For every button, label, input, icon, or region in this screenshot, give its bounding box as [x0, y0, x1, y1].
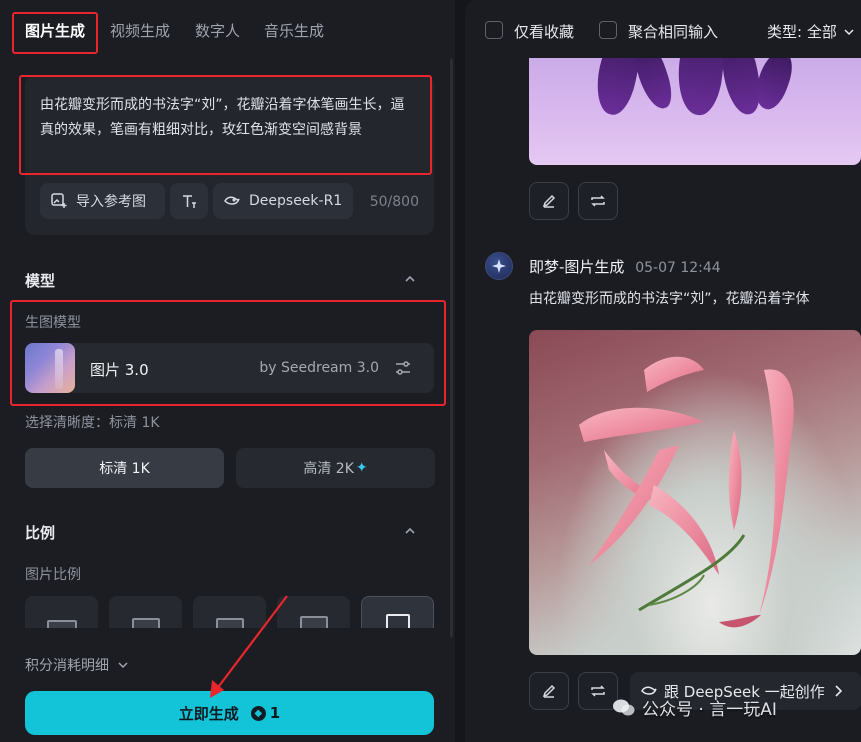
resolution-1k-label: 标清 1K — [99, 461, 150, 477]
tab-music-generation[interactable]: 音乐生成 — [264, 20, 324, 41]
tab-bar: 图片生成 视频生成 数字人 音乐生成 — [0, 0, 455, 60]
sliders-icon[interactable] — [394, 359, 412, 377]
resolution-1k-button[interactable]: 标清 1K — [25, 448, 224, 488]
import-reference-label: 导入参考图 — [76, 194, 146, 210]
watermark: 公众号 · 言一玩AI — [612, 695, 777, 720]
repeat-icon — [591, 685, 605, 697]
character-counter: 50/800 — [369, 194, 419, 210]
type-filter-label: 类型: 全部 — [767, 23, 837, 41]
jimeng-avatar — [485, 252, 513, 280]
credit-coin-icon: ◆ — [250, 705, 266, 721]
chevron-down-icon — [118, 662, 128, 669]
cost-detail-toggle[interactable]: 积分消耗明细 — [25, 655, 131, 675]
right-panel: 仅看收藏 聚合相同输入 类型: 全部 即梦-图片生成 05-07 12:44 由… — [465, 0, 861, 742]
previous-generated-image[interactable] — [529, 40, 861, 165]
calligraphy-petal-art — [579, 356, 794, 628]
resolution-2k-button[interactable]: 高清 2K ✦ — [236, 448, 435, 488]
type-filter-dropdown[interactable]: 类型: 全部 — [767, 21, 855, 42]
favorites-label[interactable]: 仅看收藏 — [514, 21, 574, 42]
edit-button[interactable] — [529, 182, 569, 220]
model-section-title: 模型 — [25, 272, 56, 290]
text-icon — [183, 195, 196, 208]
chevron-right-icon — [835, 685, 842, 697]
left-scrollbar[interactable] — [450, 58, 453, 638]
merge-checkbox[interactable] — [599, 21, 617, 39]
chevron-up-icon[interactable] — [403, 272, 417, 286]
text-format-button[interactable] — [170, 183, 208, 219]
watermark-text: 公众号 · 言一玩AI — [642, 700, 777, 720]
tab-digital-human[interactable]: 数字人 — [195, 20, 240, 41]
cost-detail-label: 积分消耗明细 — [25, 658, 109, 674]
star-icon — [492, 259, 506, 273]
tab-video-generation[interactable]: 视频生成 — [110, 20, 170, 41]
deepseek-button[interactable]: Deepseek-R1 — [213, 183, 353, 219]
generated-image[interactable] — [529, 330, 861, 655]
edit-button[interactable] — [529, 672, 569, 710]
whale-icon — [224, 196, 240, 205]
pencil-icon — [542, 194, 556, 208]
prompt-box[interactable]: 由花瓣变形而成的书法字“刘”，花瓣沿着字体笔画生长，逼真的效果，笔画有粗细对比，… — [25, 75, 434, 235]
model-thumbnail — [25, 343, 75, 393]
resolution-label: 选择清晰度：标清 1K — [25, 415, 160, 431]
generation-header: 即梦-图片生成 05-07 12:44 — [529, 256, 721, 277]
model-name: 图片 3.0 — [90, 361, 149, 379]
generation-source: 即梦-图片生成 — [529, 258, 625, 276]
pencil-icon — [542, 684, 556, 698]
ratio-section-title: 比例 — [25, 524, 56, 542]
chevron-down-icon — [844, 28, 854, 35]
import-reference-button[interactable]: 导入参考图 — [40, 183, 165, 219]
wechat-icon — [613, 699, 635, 715]
generate-button[interactable]: 立即生成 ◆ 1 — [25, 691, 434, 735]
generate-cost: 1 — [269, 704, 281, 722]
merge-label[interactable]: 聚合相同输入 — [628, 21, 718, 42]
filter-bar: 仅看收藏 聚合相同输入 类型: 全部 — [465, 0, 861, 58]
tab-image-generation[interactable]: 图片生成 — [25, 20, 85, 41]
left-panel: 图片生成 视频生成 数字人 音乐生成 由花瓣变形而成的书法字“刘”，花瓣沿着字体… — [0, 0, 455, 742]
generation-prompt: 由花瓣变形而成的书法字“刘”，花瓣沿着字体 — [529, 291, 810, 307]
generation-date: 05-07 12:44 — [635, 260, 721, 276]
chevron-up-icon[interactable] — [403, 524, 417, 538]
generate-label: 立即生成 — [178, 704, 239, 723]
image-model-label: 生图模型 — [25, 315, 81, 331]
prompt-text[interactable]: 由花瓣变形而成的书法字“刘”，花瓣沿着字体笔画生长，逼真的效果，笔画有粗细对比，… — [40, 93, 412, 143]
model-provider: by Seedream 3.0 — [259, 360, 379, 376]
sparkle-icon: ✦ — [355, 460, 368, 476]
resolution-2k-label: 高清 2K — [303, 461, 354, 477]
model-selector[interactable]: 图片 3.0 by Seedream 3.0 — [25, 343, 434, 393]
repeat-icon — [591, 195, 605, 207]
image-ratio-label: 图片比例 — [25, 567, 81, 583]
image-add-icon — [51, 193, 67, 208]
deepseek-label: Deepseek-R1 — [249, 193, 343, 209]
regenerate-button[interactable] — [578, 182, 618, 220]
favorites-checkbox[interactable] — [485, 21, 503, 39]
